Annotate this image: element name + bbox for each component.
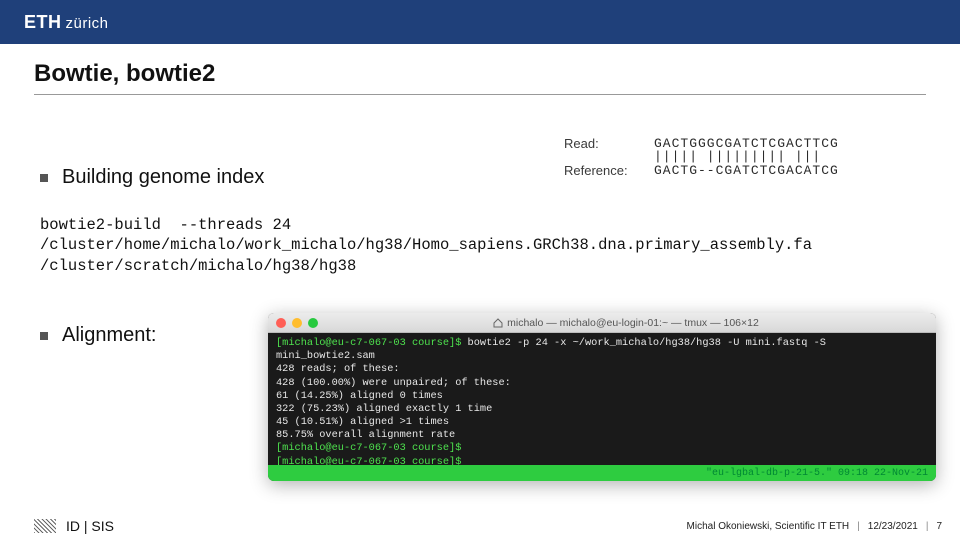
prompt: [michalo@eu-c7-067-03 course]$ — [276, 337, 461, 349]
reference-sequence: GACTG--CGATCTCGACATCG — [654, 163, 839, 178]
term-line: 85.75% overall alignment rate — [276, 429, 928, 442]
footer-right: Michal Okoniewski, Scientific IT ETH | 1… — [687, 521, 942, 532]
prompt: [michalo@eu-c7-067-03 course]$ — [276, 442, 461, 454]
terminal-titlebar: michalo — michalo@eu-login-01:~ — tmux —… — [268, 313, 936, 333]
home-icon — [493, 318, 503, 328]
close-icon[interactable] — [276, 318, 286, 328]
bullet-icon — [40, 174, 48, 182]
brand-suffix: zürich — [66, 15, 109, 32]
footer-author: Michal Okoniewski, Scientific IT ETH — [687, 521, 850, 532]
terminal-window: michalo — michalo@eu-login-01:~ — tmux —… — [268, 313, 936, 481]
page-title: Bowtie, bowtie2 — [34, 60, 215, 88]
status-right: "eu-lgbal-db-p-21-5." 09:18 22-Nov-21 — [706, 468, 928, 479]
tmux-status-bar: "eu-lgbal-db-p-21-5." 09:18 22-Nov-21 — [268, 465, 936, 481]
term-line: 61 (14.25%) aligned 0 times — [276, 390, 928, 403]
term-line: 45 (10.51%) aligned >1 times — [276, 416, 928, 429]
title-underline — [34, 94, 926, 95]
eth-logo: ETH zürich — [24, 12, 109, 33]
term-line: 428 reads; of these: — [276, 363, 928, 376]
term-line: 428 (100.00%) were unpaired; of these: — [276, 377, 928, 390]
code-block: bowtie2-build --threads 24 /cluster/home… — [40, 215, 930, 276]
term-line: 322 (75.23%) aligned exactly 1 time — [276, 403, 928, 416]
terminal-body[interactable]: [michalo@eu-c7-067-03 course]$ bowtie2 -… — [268, 333, 936, 481]
brand-text: ETH — [24, 12, 62, 33]
minimize-icon[interactable] — [292, 318, 302, 328]
terminal-title: michalo — michalo@eu-login-01:~ — tmux —… — [324, 317, 928, 329]
read-reference-diagram: Read: GACTGGGCGATCTCGACTTCG ||||| ||||||… — [564, 136, 940, 178]
footer-logo-icon — [34, 519, 56, 533]
bullet-icon — [40, 332, 48, 340]
bullet-text: Alignment: — [62, 324, 157, 347]
read-label: Read: — [564, 136, 654, 151]
header-bar: ETH zürich — [0, 0, 960, 44]
footer-left: ID | SIS — [34, 518, 114, 534]
footer: ID | SIS Michal Okoniewski, Scientific I… — [0, 512, 960, 540]
bullet-build-index: Building genome index — [40, 166, 264, 189]
terminal-title-text: michalo — michalo@eu-login-01:~ — tmux —… — [507, 317, 759, 329]
footer-date: 12/23/2021 — [868, 521, 918, 532]
bullet-alignment: Alignment: — [40, 324, 157, 347]
bullet-text: Building genome index — [62, 166, 264, 189]
alignment-ticks: ||||| ||||||||| ||| — [564, 151, 940, 163]
slide: ETH zürich Bowtie, bowtie2 Building geno… — [0, 0, 960, 540]
footer-page: 7 — [936, 521, 942, 532]
separator: | — [926, 521, 929, 532]
reference-label: Reference: — [564, 163, 654, 178]
separator: | — [857, 521, 860, 532]
footer-left-text: ID | SIS — [66, 518, 114, 534]
maximize-icon[interactable] — [308, 318, 318, 328]
